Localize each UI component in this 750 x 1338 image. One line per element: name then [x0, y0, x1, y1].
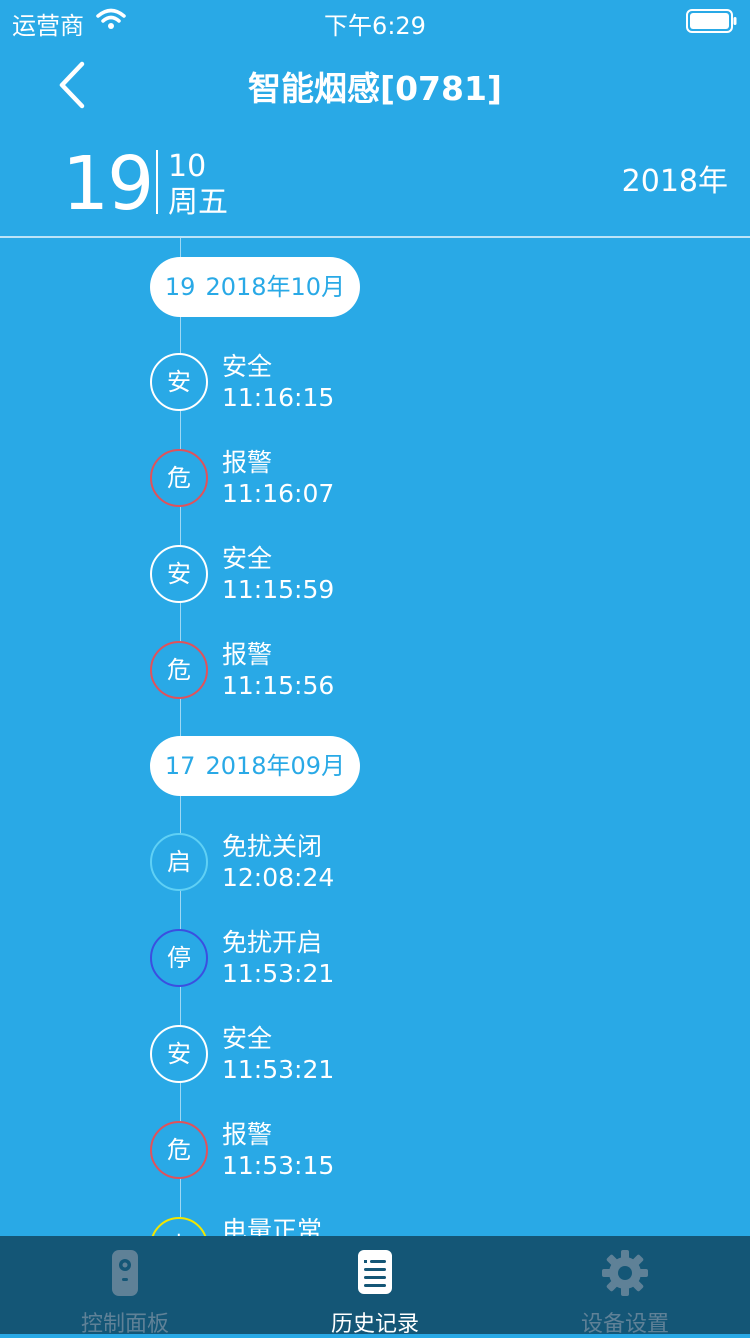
status-bar: 运营商 下午6:29 — [0, 0, 750, 40]
event-time: 11:15:56 — [222, 671, 335, 700]
event-title: 安全 — [222, 352, 273, 381]
event-time: 11:15:59 — [222, 575, 335, 604]
event-status-icon: 电 — [150, 1217, 208, 1236]
event-time: 11:16:15 — [222, 383, 335, 412]
status-time: 下午6:29 — [324, 12, 426, 40]
event-time: 11:53:21 — [222, 1055, 335, 1084]
event-time: 11:53:15 — [222, 1151, 335, 1180]
event-time: 11:16:07 — [222, 479, 335, 508]
event-status-icon: 安 — [150, 353, 208, 411]
tab-control-panel[interactable]: 控制面板 — [0, 1236, 250, 1337]
document-list-icon — [358, 1250, 392, 1294]
tab-history[interactable]: 历史记录 — [250, 1236, 500, 1337]
tab-bar: 控制面板 历史记录 设备设置 — [0, 1236, 750, 1337]
battery-icon — [686, 9, 737, 33]
current-month: 10 — [168, 149, 207, 184]
event-status-icon: 危 — [150, 1121, 208, 1179]
event-title: 报警 — [222, 1120, 273, 1149]
page-title: 智能烟感[0781] — [247, 69, 502, 108]
date-group-header: 17 2018年09月 — [150, 736, 360, 796]
current-weekday: 周五 — [168, 185, 228, 220]
event-status-icon: 停 — [150, 929, 208, 987]
date-divider — [156, 150, 158, 214]
remote-control-icon — [112, 1250, 138, 1296]
year-selector[interactable]: 2018年 — [622, 164, 728, 200]
current-day: 19 — [62, 141, 154, 227]
date-group-header: 19 2018年10月 — [150, 257, 360, 317]
event-status-icon: 启 — [150, 833, 208, 891]
tab-device-settings[interactable]: 设备设置 — [500, 1236, 750, 1337]
event-status-icon: 危 — [150, 449, 208, 507]
history-timeline[interactable]: 19 2018年10月 安 安全 11:16:15 危 报警 11:16:07 安… — [0, 238, 750, 1236]
date-group-month: 2018年09月 — [205, 752, 346, 780]
event-status-icon: 安 — [150, 1025, 208, 1083]
event-time: 11:53:21 — [222, 959, 335, 988]
event-title: 安全 — [222, 544, 273, 573]
navigation-bar: 智能烟感[0781] — [0, 40, 750, 128]
tab-label: 设备设置 — [580, 1312, 669, 1337]
date-group-month: 2018年10月 — [205, 273, 346, 301]
event-title: 安全 — [222, 1024, 273, 1053]
gear-icon — [602, 1250, 648, 1296]
tab-label: 历史记录 — [330, 1312, 419, 1337]
tab-label: 控制面板 — [80, 1312, 169, 1337]
event-title: 电量正常 — [222, 1216, 323, 1236]
event-time: 12:08:24 — [222, 863, 335, 892]
date-group-day: 19 — [164, 273, 196, 301]
event-title: 报警 — [222, 448, 273, 477]
date-group-day: 17 — [164, 752, 196, 780]
date-header: 19 10 周五 2018年 — [0, 130, 750, 236]
event-title: 免扰开启 — [222, 928, 323, 957]
event-title: 免扰关闭 — [222, 832, 323, 861]
event-title: 报警 — [222, 640, 273, 669]
event-status-icon: 危 — [150, 641, 208, 699]
event-status-icon: 安 — [150, 545, 208, 603]
